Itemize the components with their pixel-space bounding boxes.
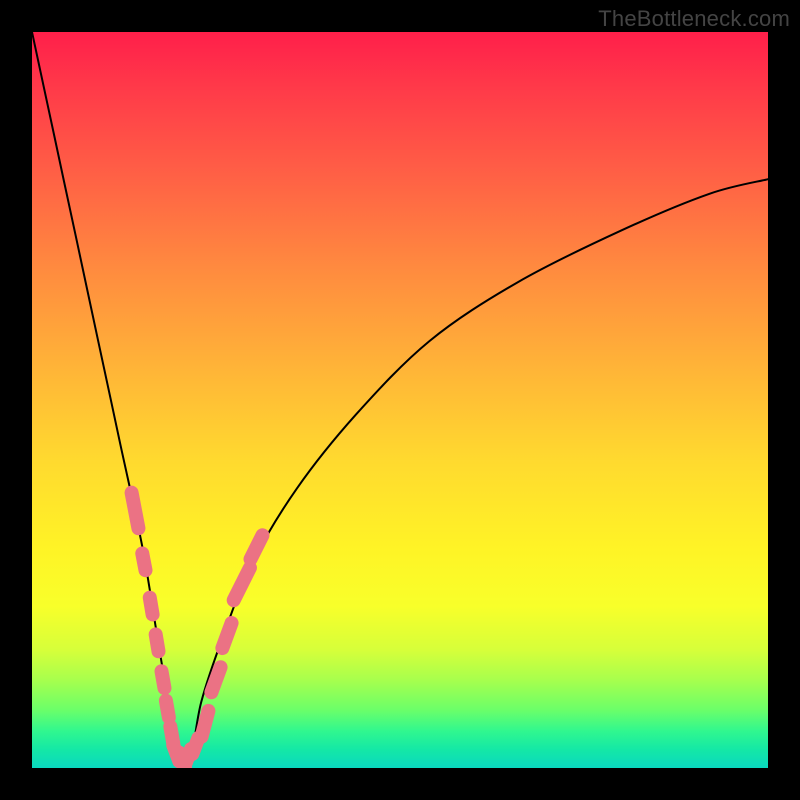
watermark-text: TheBottleneck.com [598, 6, 790, 32]
chart-frame: TheBottleneck.com [0, 0, 800, 800]
bottleneck-curve-svg [32, 32, 768, 768]
curve-sample-markers [123, 484, 271, 768]
bottleneck-curve [32, 32, 768, 768]
plot-area [32, 32, 768, 768]
